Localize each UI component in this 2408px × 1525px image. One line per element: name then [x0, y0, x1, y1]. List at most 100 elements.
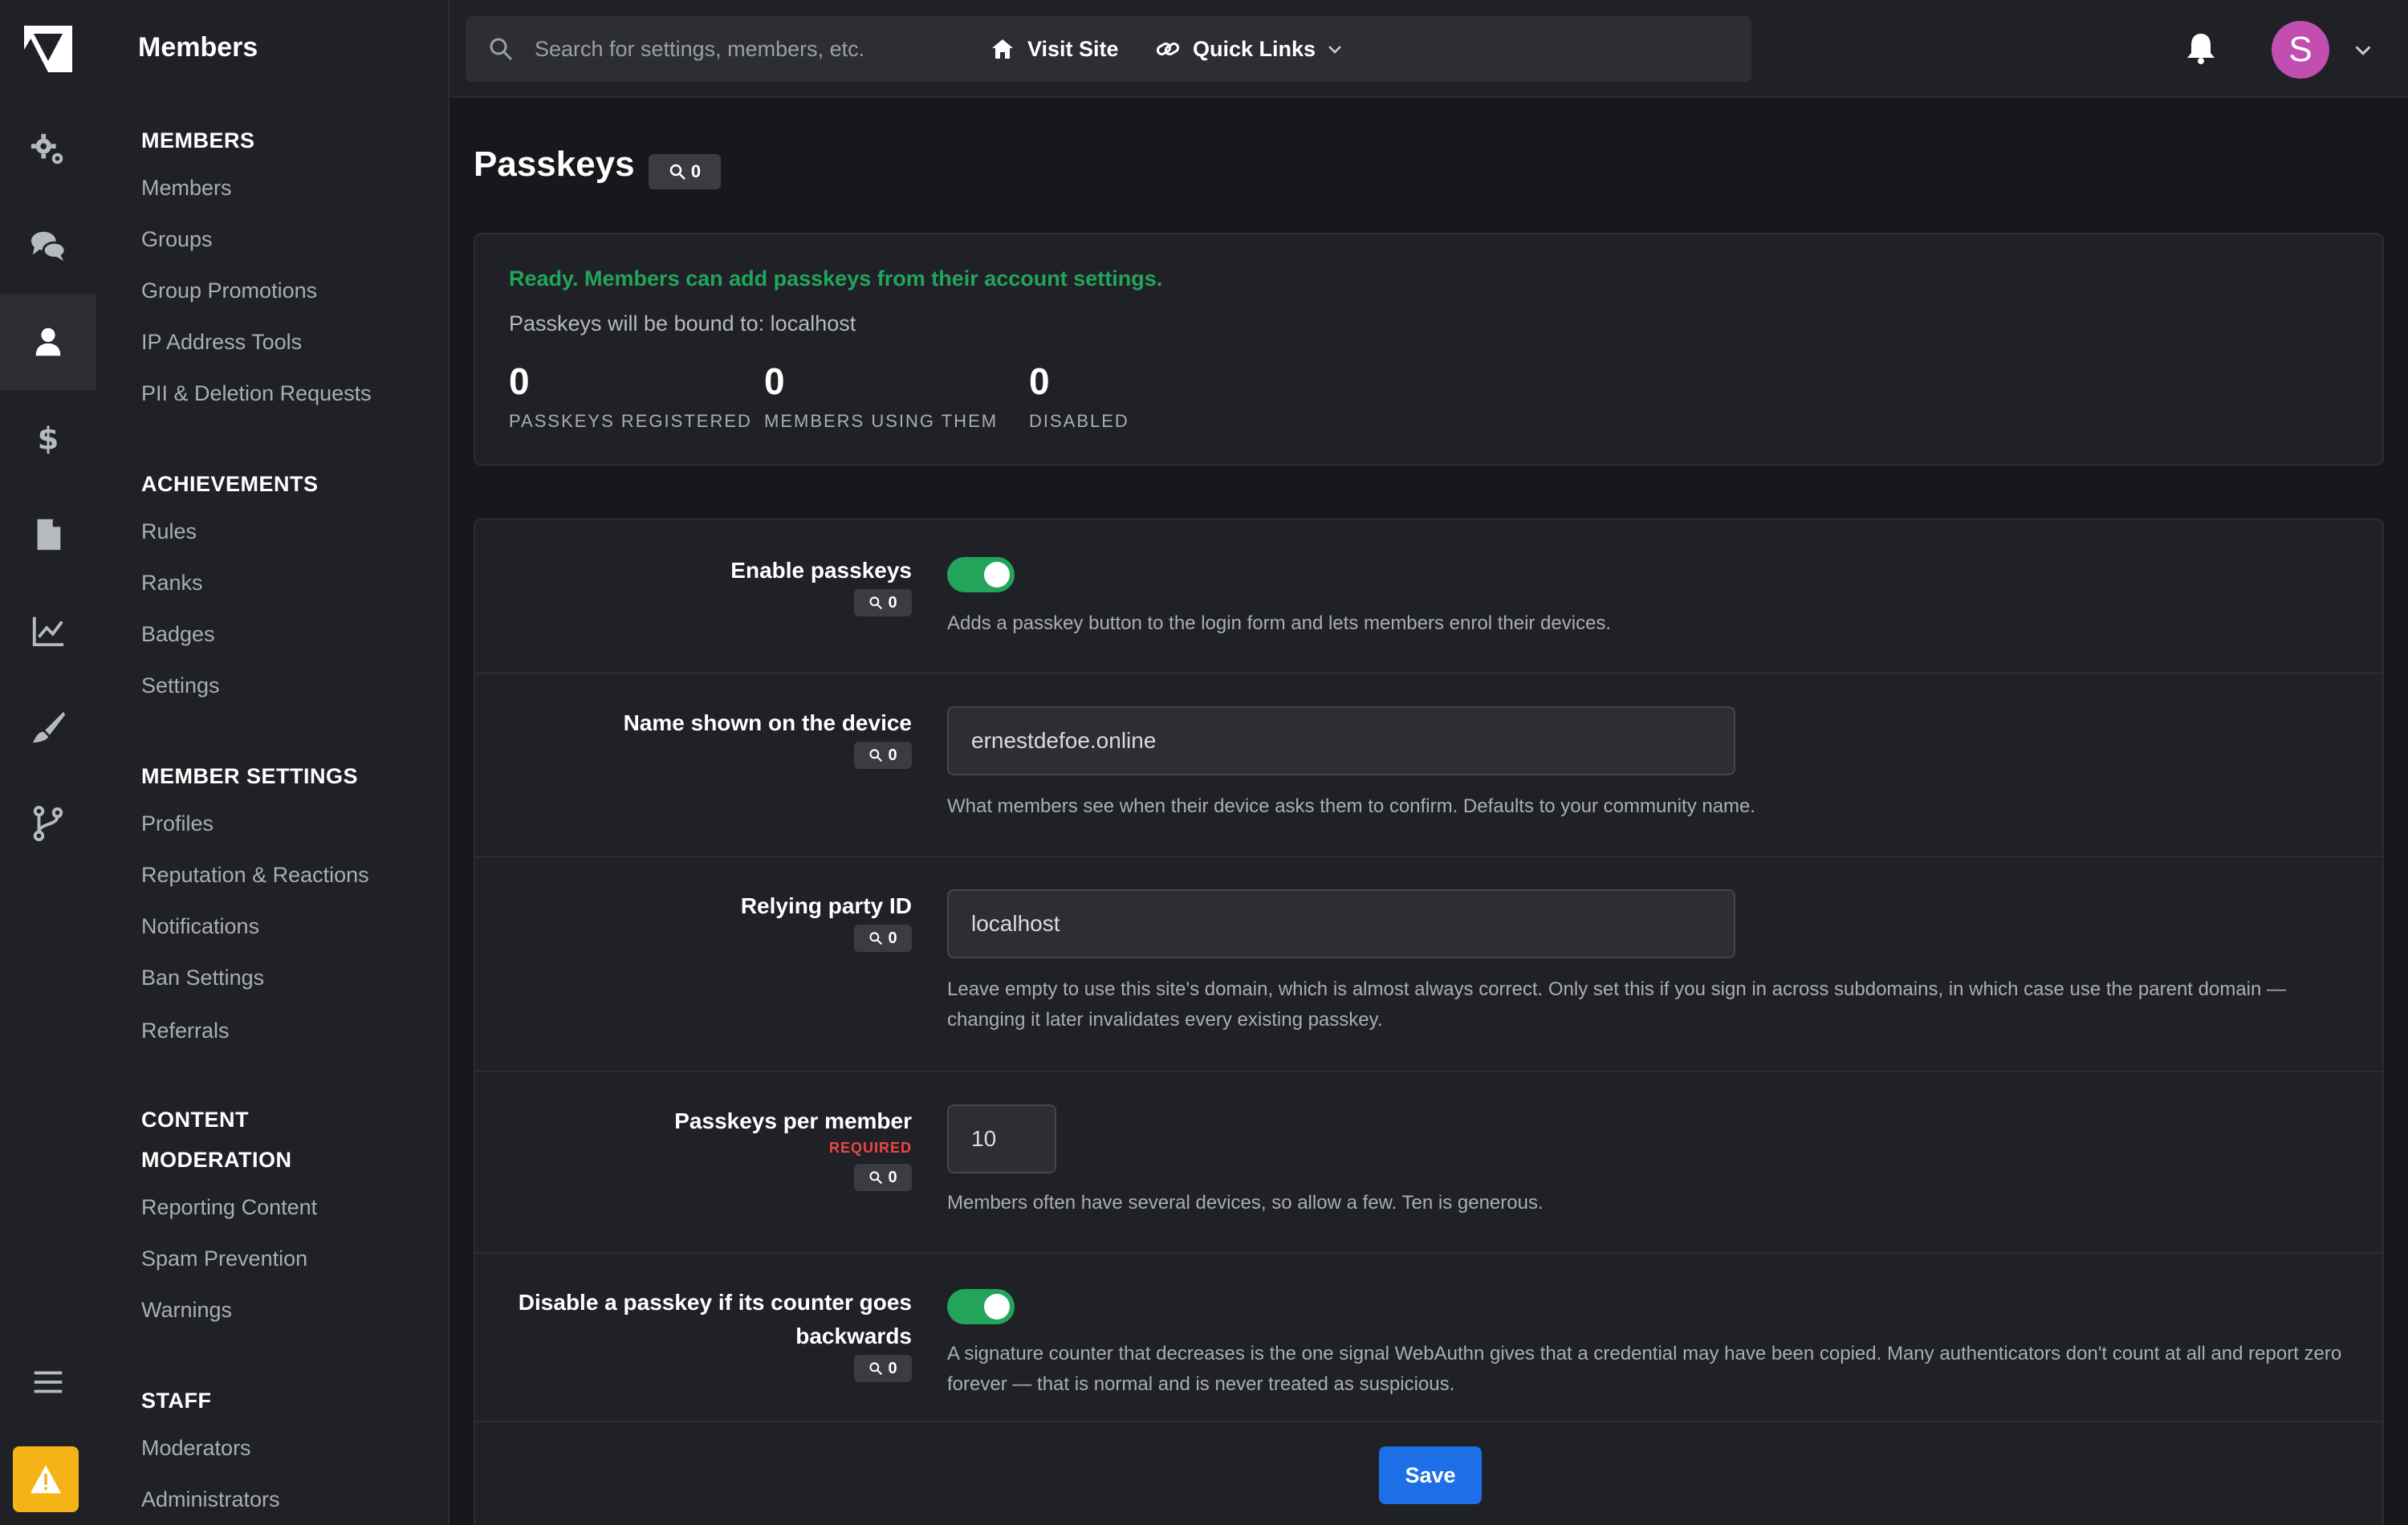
nav-item-notifications[interactable]: Notifications: [141, 910, 259, 942]
nav-item-administrators[interactable]: Administrators: [141, 1483, 280, 1515]
nav-item-profiles[interactable]: Profiles: [141, 807, 214, 840]
nav-item-ranks[interactable]: Ranks: [141, 567, 203, 599]
counter-search-badge[interactable]: 0: [854, 1355, 912, 1382]
stat-label: DISABLED: [1029, 411, 1129, 431]
rp-id-search-badge[interactable]: 0: [854, 925, 912, 952]
stat-disabled: 0 DISABLED: [1029, 363, 1129, 432]
enable-passkeys-toggle[interactable]: [947, 557, 1015, 592]
enable-passkeys-label: Enable passkeys: [730, 558, 912, 583]
nav-item-referrals[interactable]: Referrals: [141, 1015, 230, 1047]
device-name-search-badge[interactable]: 0: [854, 742, 912, 769]
nav-item-group-promotions[interactable]: Group Promotions: [141, 274, 317, 307]
link-icon: [1156, 43, 1180, 55]
row-divider: [475, 673, 2382, 674]
nav-group-staff: STAFF: [141, 1389, 212, 1413]
required-badge: REQUIRED: [828, 1140, 912, 1156]
rail-item-commerce[interactable]: $: [0, 390, 96, 486]
row-divider: [475, 1421, 2382, 1422]
search-icon: [669, 164, 685, 180]
rail-item-stats[interactable]: [0, 583, 96, 679]
rp-id-help: Leave empty to use this site's domain, w…: [947, 978, 2287, 1031]
save-button[interactable]: Save: [1379, 1446, 1482, 1504]
warning-button[interactable]: [13, 1446, 79, 1512]
code-branch-icon: [33, 805, 63, 842]
nav-group-content-moderation: CONTENT MODERATION: [141, 1108, 292, 1172]
sidenav-title: Members: [138, 32, 258, 63]
nav-item-reporting-content[interactable]: Reporting Content: [141, 1191, 317, 1223]
visit-site-link[interactable]: Visit Site: [990, 29, 1119, 69]
nav-item-badges[interactable]: Badges: [141, 618, 215, 650]
stat-label: MEMBERS USING THEM: [764, 411, 999, 431]
count-value: 0: [888, 929, 897, 947]
per-member-help: Members often have several devices, so a…: [947, 1192, 1544, 1214]
logo-icon[interactable]: [22, 22, 74, 74]
chat-bubbles-icon: [31, 231, 67, 262]
device-name-label: Name shown on the device: [623, 710, 912, 735]
rail-item-content[interactable]: [0, 486, 96, 583]
gears-icon: [31, 133, 63, 165]
avatar[interactable]: S: [2272, 21, 2329, 79]
search-icon: [869, 932, 883, 946]
page-search-count-badge[interactable]: 0: [649, 154, 721, 189]
nav-item-pii-deletion[interactable]: PII & Deletion Requests: [141, 377, 372, 409]
counter-toggle[interactable]: [947, 1289, 1015, 1324]
nav-item-groups[interactable]: Groups: [141, 223, 213, 255]
status-bound-domain: Passkeys will be bound to: localhost: [509, 311, 856, 336]
row-divider: [475, 1071, 2382, 1072]
enable-passkeys-search-badge[interactable]: 0: [854, 589, 912, 616]
bell-icon[interactable]: [2183, 31, 2219, 66]
nav-item-rules[interactable]: Rules: [141, 515, 197, 547]
member-icon: [35, 327, 61, 356]
device-name-input[interactable]: [947, 706, 1735, 775]
per-member-input[interactable]: [947, 1104, 1056, 1173]
quick-links-menu[interactable]: Quick Links: [1156, 29, 1343, 69]
rail-item-customization[interactable]: [0, 679, 96, 775]
nav-item-members[interactable]: Members: [141, 172, 232, 204]
counter-label: Disable a passkey if its counter goes ba…: [518, 1290, 912, 1348]
count-value: 0: [888, 593, 897, 612]
stat-value: 0: [1029, 360, 1050, 402]
svg-text:$: $: [38, 421, 59, 457]
nav-item-achievement-settings[interactable]: Settings: [141, 669, 220, 702]
stat-value: 0: [509, 360, 530, 402]
stat-members-using: 0 MEMBERS USING THEM: [764, 363, 998, 432]
rail-item-applications[interactable]: [0, 775, 96, 872]
nav-item-ip-address-tools[interactable]: IP Address Tools: [141, 326, 302, 358]
rail-item-menu[interactable]: [0, 1334, 96, 1430]
row-divider: [475, 856, 2382, 857]
menu-icon: [34, 1371, 63, 1393]
chevron-down-icon[interactable]: [2353, 40, 2373, 59]
dollar-icon: $: [38, 421, 59, 457]
icon-rail: $: [0, 0, 96, 1525]
rail-item-setup[interactable]: [0, 101, 96, 197]
count-value: 0: [690, 161, 702, 181]
count-value: 0: [888, 746, 897, 764]
stat-passkeys-registered: 0 PASSKEYS REGISTERED: [509, 363, 752, 432]
search-icon: [869, 596, 883, 610]
per-member-search-badge[interactable]: 0: [854, 1164, 912, 1191]
status-ready-message: Ready. Members can add passkeys from the…: [509, 266, 1163, 291]
document-icon: [37, 518, 61, 551]
chart-line-icon: [32, 616, 64, 647]
rail-item-forums[interactable]: [0, 197, 96, 294]
rail-item-members[interactable]: [0, 294, 96, 390]
search-icon: [869, 749, 883, 762]
nav-item-warnings[interactable]: Warnings: [141, 1294, 232, 1326]
device-name-help: What members see when their device asks …: [947, 795, 1756, 817]
top-bar: Visit Site Quick Links S: [449, 0, 2408, 98]
rp-id-input[interactable]: [947, 889, 1735, 958]
count-value: 0: [888, 1168, 897, 1186]
side-nav: Members MEMBERS Members Groups Group Pro…: [96, 0, 449, 1525]
passkeys-status-card: Ready. Members can add passkeys from the…: [474, 233, 2384, 466]
nav-item-ban-settings[interactable]: Ban Settings: [141, 962, 264, 994]
counter-help: A signature counter that decreases is th…: [947, 1343, 2342, 1395]
count-value: 0: [888, 1359, 897, 1377]
nav-group-members: MEMBERS: [141, 128, 255, 152]
enable-passkeys-help: Adds a passkey button to the login form …: [947, 612, 1612, 634]
quick-links-label: Quick Links: [1193, 36, 1316, 61]
nav-item-reputation[interactable]: Reputation & Reactions: [141, 859, 369, 891]
stat-value: 0: [764, 360, 785, 402]
nav-item-spam-prevention[interactable]: Spam Prevention: [141, 1242, 307, 1275]
per-member-label: Passkeys per member: [674, 1108, 912, 1133]
nav-item-moderators[interactable]: Moderators: [141, 1432, 251, 1464]
